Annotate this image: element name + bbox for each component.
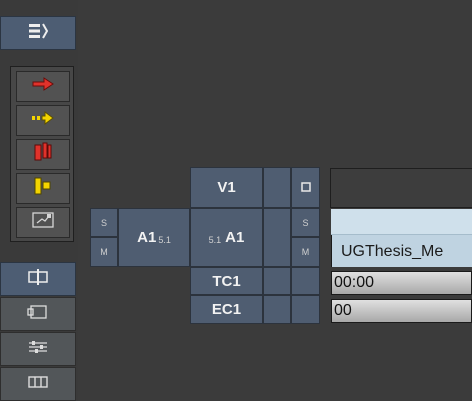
tc1-lock-cell[interactable] xyxy=(263,267,291,295)
frame-view-button[interactable] xyxy=(0,297,76,331)
a1-source-track-button[interactable]: A1 5.1 xyxy=(118,208,190,267)
split-view-button[interactable] xyxy=(0,262,76,296)
yellow-segment-mode-button[interactable] xyxy=(16,173,70,204)
ec1-edgecode-bar: 00 xyxy=(331,299,472,323)
tc1-timecode-value: 00:00 xyxy=(334,274,375,291)
red-arrow-icon xyxy=(32,77,54,96)
palette-menu-button[interactable] xyxy=(0,16,76,50)
tc1-timecode-bar: 00:00 xyxy=(331,271,472,295)
ec1-lock-cell[interactable] xyxy=(263,295,291,324)
splice-button[interactable] xyxy=(16,105,70,136)
overwrite-button[interactable] xyxy=(16,71,70,102)
red-segment-icon xyxy=(34,142,52,167)
a1-lock-cell[interactable] xyxy=(263,208,291,267)
tc1-extra-cell[interactable] xyxy=(291,267,320,295)
split-view-icon xyxy=(27,268,49,290)
mixer-sliders-icon xyxy=(27,339,49,360)
v1-timeline-track[interactable] xyxy=(330,168,472,208)
audio-clip-waveform-area xyxy=(331,209,472,235)
grid-view-icon xyxy=(27,375,49,394)
a1-record-track-button[interactable]: 5.1 A1 xyxy=(190,208,263,267)
ec1-extra-cell[interactable] xyxy=(291,295,320,324)
ec1-edgecode-value: 00 xyxy=(334,302,352,319)
monitor-square-icon xyxy=(300,179,311,197)
source-mute-button[interactable]: M xyxy=(90,237,118,267)
record-mute-label: M xyxy=(301,247,310,257)
audio-clip-name: UGThesis_Me xyxy=(341,243,444,260)
record-solo-label: S xyxy=(302,217,309,228)
record-solo-button[interactable]: S xyxy=(291,208,320,237)
red-segment-mode-button[interactable] xyxy=(16,139,70,170)
v1-record-track-button[interactable]: V1 xyxy=(190,167,263,208)
a1-source-label: A1 xyxy=(137,229,157,246)
link-icon xyxy=(31,211,55,234)
grid-view-button[interactable] xyxy=(0,367,76,401)
v1-monitor-button[interactable] xyxy=(291,167,320,208)
link-selection-button[interactable] xyxy=(16,207,70,238)
yellow-dotted-arrow-icon xyxy=(32,111,54,130)
mixer-button[interactable] xyxy=(0,332,76,366)
a1-record-format: 5.1 xyxy=(208,234,222,245)
source-solo-label: S xyxy=(100,217,107,228)
hamburger-menu-icon xyxy=(28,23,49,44)
v1-lock-cell[interactable] xyxy=(263,167,291,208)
ec1-track-label: EC1 xyxy=(211,301,242,318)
tc1-track-button[interactable]: TC1 xyxy=(190,267,263,295)
segment-tool-group xyxy=(10,66,74,242)
source-solo-button[interactable]: S xyxy=(90,208,118,237)
tc1-track-label: TC1 xyxy=(212,272,241,290)
frame-view-icon xyxy=(27,304,49,325)
source-mute-label: M xyxy=(100,247,108,257)
yellow-segment-icon xyxy=(34,176,52,201)
a1-record-label: A1 xyxy=(225,229,245,246)
v1-track-label: V1 xyxy=(217,179,236,196)
record-mute-button[interactable]: M xyxy=(291,237,320,267)
a1-source-format: 5.1 xyxy=(158,234,171,245)
ec1-track-button[interactable]: EC1 xyxy=(190,295,263,324)
